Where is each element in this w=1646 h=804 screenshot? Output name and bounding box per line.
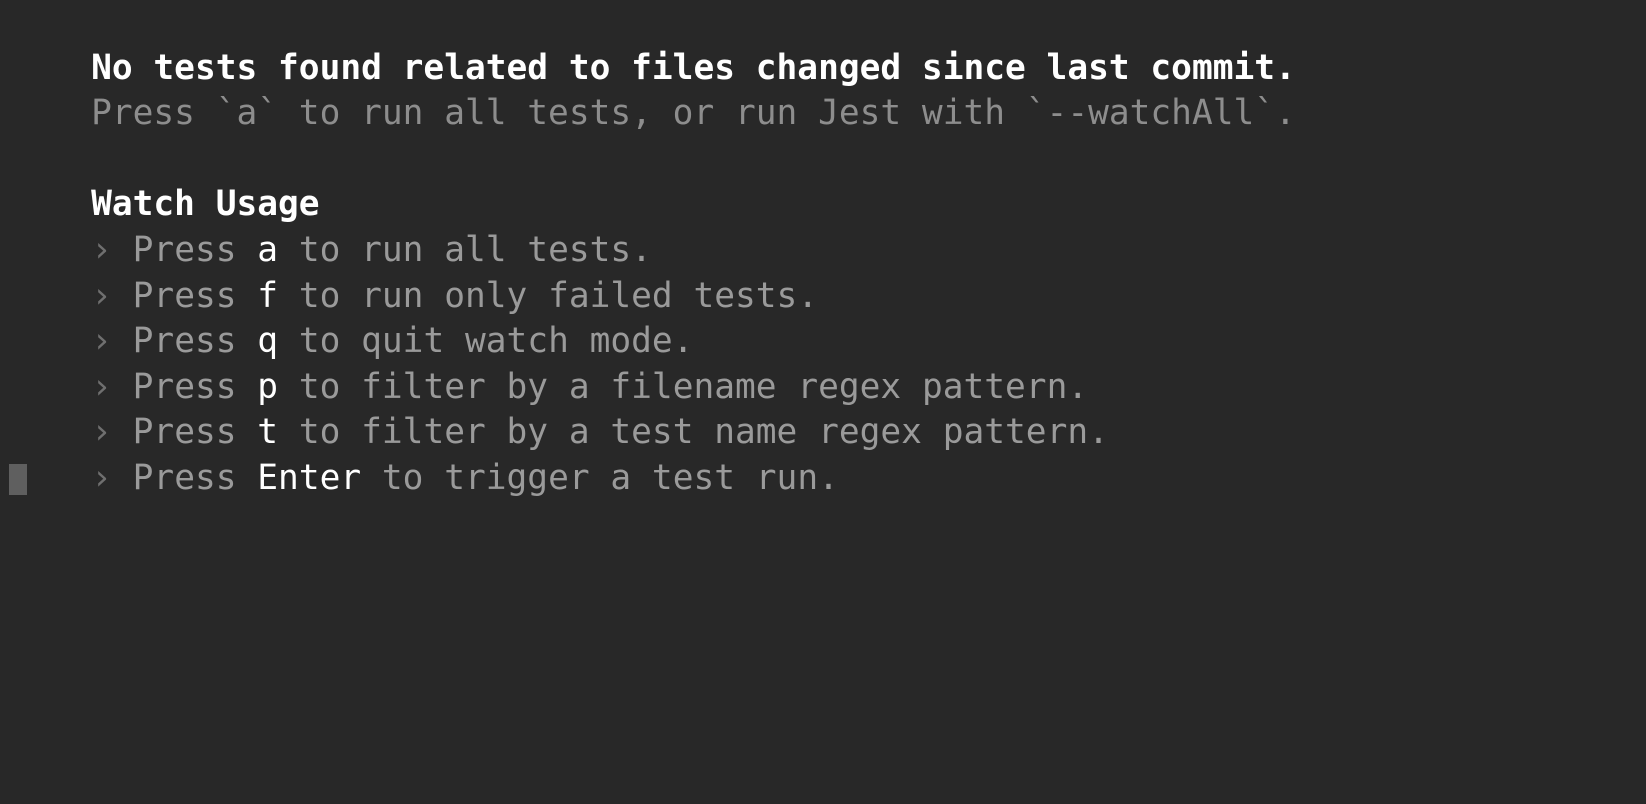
watch-usage-item-run-failed-tests[interactable]: › Press f to run only failed tests.	[0, 228, 1646, 316]
status-hint-line: Press `a` to run all tests, or run Jest …	[0, 46, 1646, 133]
watch-usage-item-run-all-tests[interactable]: › Press a to run all tests.	[0, 182, 1646, 270]
terminal-window[interactable]: No tests found related to files changed …	[0, 0, 1646, 804]
watch-usage-title-line: Watch Usage	[0, 137, 1646, 224]
status-hint: Press `a` to run all tests, or run Jest …	[91, 93, 1296, 134]
status-headline-line: No tests found related to files changed …	[0, 0, 1646, 88]
block-cursor-icon	[9, 463, 27, 495]
watch-usage-item-quit-watch-mode[interactable]: › Press q to quit watch mode.	[0, 274, 1646, 361]
watch-usage-item-filter-filename[interactable]: › Press p to filter by a filename regex …	[0, 319, 1646, 407]
watch-usage-item-trigger-test-run[interactable]: › Press Enter to trigger a test run.	[0, 410, 1646, 498]
watch-usage-item-filter-test-name[interactable]: › Press t to filter by a test name regex…	[0, 365, 1646, 452]
prompt-cursor-row[interactable]	[0, 456, 1646, 502]
